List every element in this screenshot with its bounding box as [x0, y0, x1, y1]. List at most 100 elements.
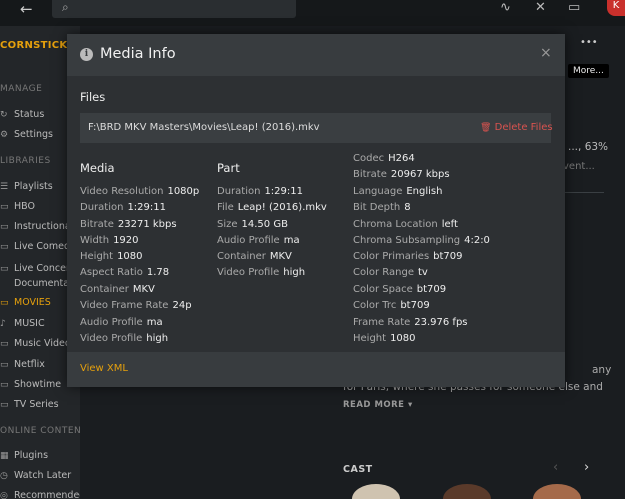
more-options-icon[interactable]: ••• [580, 37, 598, 48]
gear-icon: ⚙ [0, 130, 9, 140]
sidebar-item-label: Netflix [14, 359, 45, 370]
cast-heading: CAST [343, 464, 373, 475]
row-label: Audio Profile [217, 235, 280, 246]
media-info-dialog: i Media Info × Files F:\BRD MKV Masters\… [67, 34, 565, 387]
row-label: Aspect Ratio [80, 267, 143, 278]
row-label: Width [80, 235, 110, 246]
sidebar-item-tv-series[interactable]: ▭ TV Series [0, 399, 59, 415]
manage-header: MANAGE [0, 84, 43, 94]
media-row: Bitrate 23271 kbps [80, 219, 177, 233]
row-value: English [406, 186, 443, 197]
media-row: Height 1080 [80, 251, 143, 265]
delete-files-button[interactable]: 🗑 Delete Files [480, 122, 553, 133]
close-icon[interactable]: × [540, 45, 552, 61]
row-label: Video Resolution [80, 186, 164, 197]
row-label: File [217, 202, 234, 213]
row-label: Color Space [353, 284, 413, 295]
sidebar-item-status[interactable]: ↻ Status [0, 109, 44, 125]
playlist-icon: ☰ [0, 182, 9, 192]
row-value: H264 [388, 153, 415, 164]
sidebar-item-settings[interactable]: ⚙ Settings [0, 129, 53, 145]
sidebar-item-netflix[interactable]: ▭ Netflix [0, 359, 45, 375]
row-label: Audio Profile [80, 317, 143, 328]
media-row: Video Profile high [80, 333, 168, 347]
sidebar-item-music[interactable]: ♪ MUSIC [0, 318, 45, 334]
sidebar-item-hbo[interactable]: ▭ HBO [0, 201, 35, 217]
sidebar-item-label: MUSIC [14, 318, 45, 329]
row-label: Container [80, 284, 129, 295]
delete-files-label: Delete Files [494, 122, 553, 133]
part-row: Audio Profile ma [217, 235, 300, 249]
music-icon: ♪ [0, 319, 6, 329]
sidebar-item-showtime[interactable]: ▭ Showtime [0, 379, 61, 395]
row-label: Video Profile [80, 333, 143, 344]
libraries-header: LIBRARIES [0, 156, 51, 166]
sidebar-item-watch-later[interactable]: ◷ Watch Later [0, 470, 71, 486]
search-icon: ⌕ [62, 0, 69, 14]
media-row: Aspect Ratio 1.78 [80, 267, 169, 281]
part-row: Video Profile high [217, 267, 305, 281]
row-value: tv [417, 267, 428, 278]
avatar[interactable]: K [607, 0, 625, 16]
sidebar-item-playlists[interactable]: ☰ Playlists [0, 181, 53, 197]
stream-row: Language English [353, 186, 442, 200]
read-more-link[interactable]: READ MORE ▾ [343, 400, 413, 410]
synopsis-text-end: any [592, 364, 612, 376]
row-value: 1080 [390, 333, 416, 344]
cast-prev-icon[interactable]: ‹ [553, 460, 558, 475]
row-label: Height [353, 333, 387, 344]
row-value: bt709 [416, 284, 447, 295]
stream-row: Frame Rate 23.976 fps [353, 317, 468, 331]
row-value: 23271 kbps [117, 219, 177, 230]
dialog-footer: View XML [67, 352, 565, 387]
activity-icon[interactable]: ∿ [500, 0, 511, 15]
library-icon: ▭ [0, 360, 9, 370]
sidebar-item-plugins[interactable]: ▦ Plugins [0, 450, 48, 466]
dialog-title: Media Info [100, 46, 176, 62]
back-arrow-icon[interactable]: ← [20, 0, 40, 18]
view-xml-link[interactable]: View XML [80, 363, 128, 374]
row-value: 1.78 [146, 267, 170, 278]
part-row: Duration 1:29:11 [217, 186, 303, 200]
row-value: 24p [172, 300, 192, 311]
plugins-icon: ▦ [0, 451, 9, 461]
sidebar-item-live-comedy[interactable]: ▭ Live Comedy [0, 241, 76, 257]
search-input[interactable]: ⌕ [52, 0, 296, 18]
stream-row: Color Trc bt709 [353, 300, 430, 314]
stream-row: Height 1080 [353, 333, 416, 347]
row-value: 8 [404, 202, 411, 213]
sidebar-item-instructional[interactable]: ▭ Instructional [0, 221, 73, 237]
sidebar-item-label: Playlists [14, 181, 53, 192]
file-path: F:\BRD MKV Masters\Movies\Leap! (2016).m… [88, 122, 320, 133]
library-icon: ▭ [0, 264, 9, 274]
row-label: Color Trc [353, 300, 397, 311]
row-label: Container [217, 251, 266, 262]
online-content-header: ONLINE CONTENT [0, 426, 80, 436]
row-value: 1080 [117, 251, 143, 262]
trash-icon: 🗑 [480, 123, 492, 133]
files-heading: Files [80, 90, 106, 104]
sidebar-item-recommended[interactable]: ◎ Recommended [0, 490, 80, 499]
sidebar-item-label: Settings [14, 129, 53, 140]
status-icon: ↻ [0, 110, 8, 120]
library-icon: ▭ [0, 380, 9, 390]
library-icon: ▭ [0, 339, 9, 349]
row-value: 1920 [113, 235, 139, 246]
sidebar-item-movies[interactable]: ▭ MOVIES [0, 297, 51, 313]
row-value: 23.976 fps [414, 317, 468, 328]
sidebar-item-music-videos[interactable]: ▭ Music Videos [0, 338, 76, 354]
library-icon: ▭ [0, 242, 9, 252]
cast-next-icon[interactable]: › [584, 460, 589, 475]
row-label: Video Frame Rate [80, 300, 169, 311]
row-label: Chroma Subsampling [353, 235, 461, 246]
row-value: left [441, 219, 458, 230]
row-label: Color Primaries [353, 251, 430, 262]
cast-icon[interactable]: ▭ [568, 0, 580, 15]
tools-icon[interactable]: ✕ [535, 0, 546, 15]
part-row: File Leap! (2016).mkv [217, 202, 327, 216]
row-label: Chroma Location [353, 219, 438, 230]
row-label: Bitrate [80, 219, 114, 230]
stream-row: Bitrate 20967 kbps [353, 169, 450, 183]
media-row: Audio Profile ma [80, 317, 163, 331]
row-value: 1:29:11 [264, 186, 303, 197]
